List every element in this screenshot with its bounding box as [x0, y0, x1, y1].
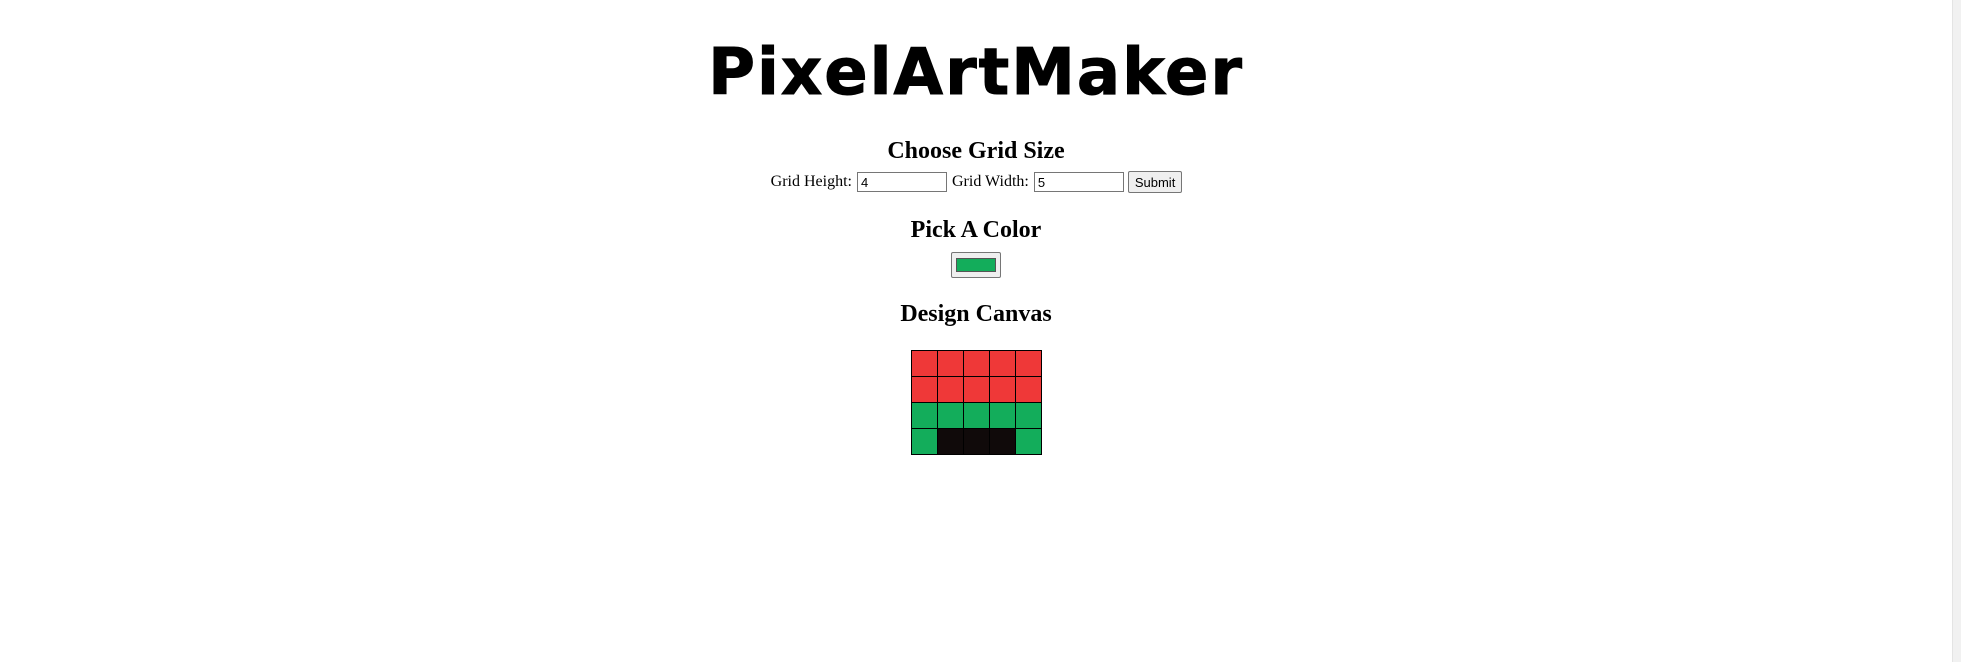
grid-width-input[interactable]: [1033, 172, 1124, 193]
pixel-cell[interactable]: [1014, 402, 1042, 430]
design-canvas-heading: Design Canvas: [900, 301, 1052, 328]
pick-color-heading: Pick A Color: [910, 217, 1042, 244]
pixel-cell[interactable]: [1014, 428, 1042, 456]
pixel-cell[interactable]: [910, 350, 938, 378]
pixel-cell[interactable]: [910, 402, 938, 430]
pixel-cell[interactable]: [1014, 376, 1042, 404]
pixel-cell[interactable]: [962, 376, 990, 404]
pixel-cell[interactable]: [910, 376, 938, 404]
color-picker-input[interactable]: [951, 252, 1001, 279]
pixel-cell[interactable]: [936, 376, 964, 404]
pixel-canvas: [910, 350, 1042, 456]
pixel-cell[interactable]: [936, 428, 964, 456]
canvas-row: [910, 376, 1042, 404]
selected-color-swatch: [956, 258, 996, 273]
pixel-cell[interactable]: [1014, 350, 1042, 378]
pixel-art-maker-logo: PixelArtMaker: [708, 36, 1244, 105]
canvas-row: [910, 428, 1042, 456]
grid-size-form: Grid Height: Grid Width: Submit: [0, 171, 1952, 194]
pixel-cell[interactable]: [962, 402, 990, 430]
pixel-cell[interactable]: [988, 376, 1016, 404]
scrollbar[interactable]: [1952, 0, 1961, 662]
pixel-cell[interactable]: [962, 428, 990, 456]
pixel-cell[interactable]: [936, 350, 964, 378]
canvas-row: [910, 402, 1042, 430]
logo: PixelArtMaker: [0, 30, 1952, 105]
pixel-cell[interactable]: [988, 428, 1016, 456]
pixel-cell[interactable]: [988, 402, 1016, 430]
grid-width-label: Grid Width:: [952, 173, 1029, 190]
grid-height-input[interactable]: [857, 172, 947, 193]
pixel-cell[interactable]: [936, 402, 964, 430]
pixel-cell[interactable]: [988, 350, 1016, 378]
page: PixelArtMaker Choose Grid Size Grid Heig…: [0, 0, 1952, 456]
grid-height-label: Grid Height:: [770, 173, 852, 190]
grid-size-heading: Choose Grid Size: [887, 138, 1065, 164]
logo-text: PixelArtMaker: [708, 36, 1244, 104]
submit-button[interactable]: Submit: [1127, 171, 1183, 194]
pixel-cell[interactable]: [962, 350, 990, 378]
pixel-cell[interactable]: [910, 428, 938, 456]
canvas-row: [910, 350, 1042, 378]
